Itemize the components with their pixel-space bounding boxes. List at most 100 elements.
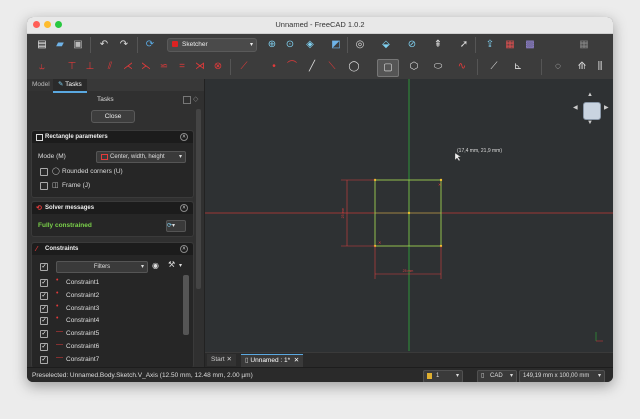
rounded-corners-checkbox[interactable]: [40, 168, 48, 176]
sketch-view-icon[interactable]: ▩: [523, 38, 537, 52]
list-item[interactable]: ✓ — Constraint5: [32, 328, 182, 340]
constrain-symmetric-icon[interactable]: ⋋: [139, 60, 153, 74]
point-icon[interactable]: •: [267, 60, 281, 74]
settings-icon[interactable]: ⚒: [168, 260, 175, 269]
filter-select[interactable]: Filters ▾: [56, 261, 148, 273]
line-tool-icon[interactable]: ╱: [305, 60, 319, 74]
fit-selection-icon[interactable]: ⊙: [283, 38, 297, 52]
workbench-selector[interactable]: Sketcher ▾: [167, 38, 257, 52]
nav-right-arrow-icon[interactable]: ▶: [604, 104, 609, 111]
constraint-checkbox[interactable]: ✓: [40, 291, 48, 300]
constraint-checkbox[interactable]: ✓: [40, 304, 48, 313]
nav-cube-face[interactable]: [583, 102, 601, 120]
maximize-window-button[interactable]: [55, 21, 62, 28]
polygon-icon[interactable]: ⬡: [407, 60, 421, 74]
nav-left-arrow-icon[interactable]: ◀: [573, 104, 578, 111]
save-icon[interactable]: ▣: [71, 38, 85, 52]
collapse-icon[interactable]: [183, 96, 191, 104]
constraints-header[interactable]: ⁄ Constraints ˄: [32, 243, 193, 255]
frame-checkbox[interactable]: [40, 182, 48, 190]
solver-update-button[interactable]: ⟳▾: [166, 220, 186, 232]
external-icon[interactable]: ⊾: [511, 60, 525, 74]
dim-width-label[interactable]: 25 mm: [403, 269, 414, 273]
dim-height-label[interactable]: 25 mm: [341, 208, 345, 219]
constrain-perpendicular-icon[interactable]: ⊥: [83, 60, 97, 74]
chevron-down-icon[interactable]: ▾: [179, 262, 182, 269]
dimension-selector[interactable]: 149,19 mm x 100,00 mm ▾: [519, 370, 605, 382]
nav-up-arrow-icon[interactable]: ▲: [587, 92, 593, 98]
task-panel-scrollbar[interactable]: [196, 109, 201, 289]
collapse-section-icon[interactable]: ˄: [180, 245, 188, 253]
pointer-icon[interactable]: ➚: [457, 38, 471, 52]
construction-icon[interactable]: ⟋: [487, 60, 501, 74]
offset-icon[interactable]: ◌: [551, 60, 565, 74]
constraint-checkbox[interactable]: ✓: [40, 317, 48, 326]
list-item[interactable]: ✓ • Constraint1: [32, 277, 182, 289]
line-icon[interactable]: ⊤: [65, 60, 79, 74]
list-item[interactable]: ✓ • Constraint4: [32, 315, 182, 327]
close-button[interactable]: Close: [91, 110, 135, 123]
constrain-parallel-icon[interactable]: ⫽: [103, 60, 117, 74]
refresh-icon[interactable]: ⟳: [143, 38, 157, 52]
polyline-tool-icon[interactable]: ⟍: [325, 60, 339, 74]
macro-icon[interactable]: ▦: [503, 38, 517, 52]
constraint-checkbox[interactable]: ✓: [40, 343, 48, 351]
solver-messages-header[interactable]: ⟲ Solver messages ˄: [32, 202, 193, 214]
slot-icon[interactable]: ⬭: [431, 60, 445, 74]
fit-all-icon[interactable]: ⊕: [265, 38, 279, 52]
constrain-equal-icon-2[interactable]: =: [175, 60, 189, 74]
bspline-icon[interactable]: ∿: [455, 60, 469, 74]
tab-model[interactable]: Model: [27, 79, 55, 91]
constrain-distance-icon[interactable]: ⟋: [237, 60, 251, 74]
rectangle-parameters-header[interactable]: Rectangle parameters ˄: [32, 131, 193, 143]
pin-icon[interactable]: ◇: [193, 95, 198, 103]
constrain-block-circle-icon[interactable]: ⊗: [211, 60, 225, 74]
constrain-equal-icon[interactable]: ⋍: [157, 60, 171, 74]
close-icon[interactable]: ✕: [227, 356, 232, 363]
tab-tasks[interactable]: ✎ Tasks: [53, 79, 87, 93]
constraint-checkbox[interactable]: ✓: [40, 330, 48, 339]
tab-start[interactable]: Start ✕: [207, 354, 236, 366]
undo-icon[interactable]: ↶: [97, 38, 111, 52]
constrain-block-icon[interactable]: ⋊: [193, 60, 207, 74]
zoom-icon[interactable]: ⊘: [405, 38, 419, 52]
list-item[interactable]: ✓ • Constraint2: [32, 290, 182, 302]
redo-icon[interactable]: ↷: [117, 38, 131, 52]
export-icon[interactable]: ⇪: [483, 38, 497, 52]
visibility-icon[interactable]: ◉: [152, 261, 159, 270]
select-icon[interactable]: ⇞: [431, 38, 445, 52]
tab-document[interactable]: ▯ Unnamed : 1* ✕: [241, 354, 304, 367]
navigation-style-selector[interactable]: ▯ CAD ▾: [477, 370, 517, 382]
grid-icon[interactable]: ▦: [577, 38, 591, 52]
trim-icon[interactable]: ⟰: [575, 60, 589, 74]
constrain-tangent-icon[interactable]: ⋌: [121, 60, 135, 74]
sketch-canvas[interactable]: ✕ ✕ 25 mm 25 mm (17,4 mm, 21,9 mm): [205, 79, 613, 367]
mirror-icon[interactable]: ⫼: [593, 60, 607, 74]
polyline-icon[interactable]: ⥿: [35, 60, 49, 74]
constraint-list-scrollbar[interactable]: [183, 275, 189, 335]
list-item[interactable]: ✓ — Constraint6: [32, 341, 182, 353]
collapse-section-icon[interactable]: ˄: [180, 204, 188, 212]
measure-icon[interactable]: ◩: [329, 38, 343, 52]
new-icon[interactable]: ▤: [35, 38, 49, 52]
close-icon[interactable]: ✕: [294, 357, 299, 364]
view-box-icon[interactable]: ◈: [303, 38, 317, 52]
minimize-window-button[interactable]: [44, 21, 51, 28]
open-icon[interactable]: ▰: [53, 38, 67, 52]
arc-icon[interactable]: ⌒: [285, 60, 299, 74]
constraint-checkbox[interactable]: ✓: [40, 279, 48, 287]
circle-icon[interactable]: ◯: [347, 60, 361, 74]
select-all-checkbox[interactable]: ✓: [40, 263, 48, 271]
nav-down-arrow-icon[interactable]: ▼: [587, 120, 593, 126]
mode-select[interactable]: Center, width, height ▾: [96, 151, 186, 163]
center-point[interactable]: [407, 211, 411, 215]
list-item[interactable]: ✓ — Constraint7: [32, 354, 182, 366]
constraint-checkbox[interactable]: ✓: [40, 355, 48, 364]
layer-selector[interactable]: 1 ▾: [423, 370, 463, 382]
3d-viewport[interactable]: ✕ ✕ 25 mm 25 mm (17,4 mm, 21,9 mm) ◀ ▶ ▲…: [205, 79, 613, 367]
close-window-button[interactable]: [33, 21, 40, 28]
corner-point[interactable]: [439, 178, 443, 182]
rectangle-icon[interactable]: ▢: [377, 59, 399, 77]
navigation-cube[interactable]: ◀ ▶ ▲ ▼: [573, 92, 609, 126]
std-views-icon[interactable]: ⬙: [379, 38, 393, 52]
